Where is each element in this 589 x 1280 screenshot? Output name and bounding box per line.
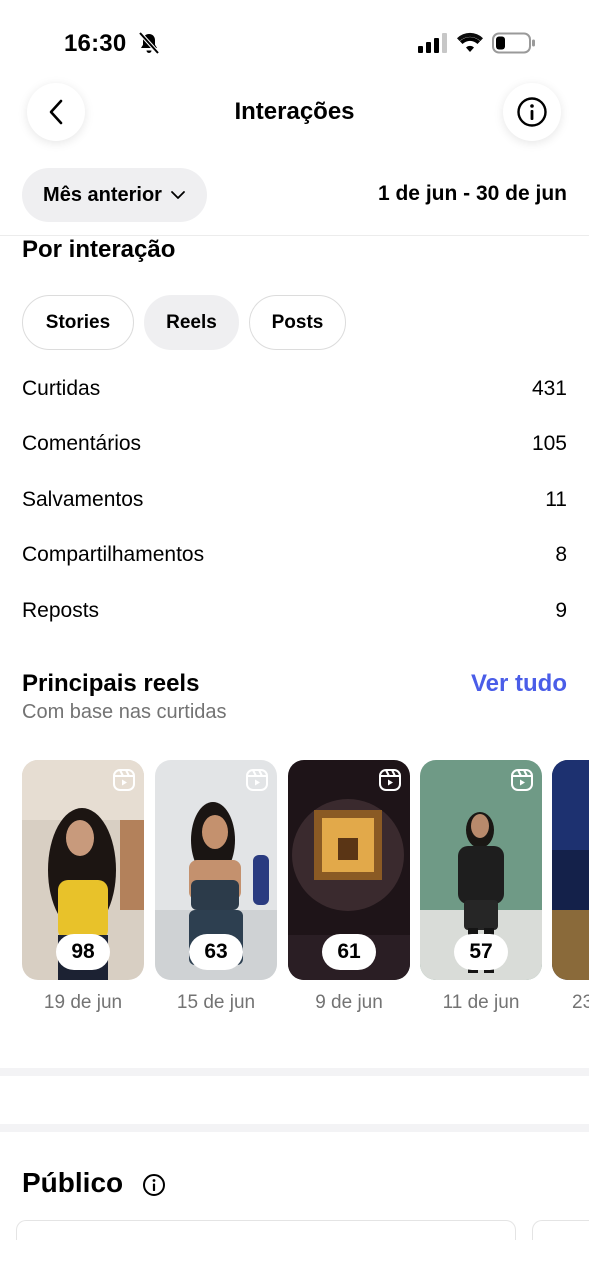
metric-row-comments: Comentários 105 xyxy=(22,432,567,462)
reel-thumbnail[interactable]: 63 xyxy=(155,760,277,980)
page-title: Interações xyxy=(234,98,355,125)
period-dropdown[interactable]: Mês anterior xyxy=(22,168,207,222)
see-all-link[interactable]: Ver tudo xyxy=(471,670,567,698)
date-range: 1 de jun - 30 de jun xyxy=(377,182,567,205)
header: Interações xyxy=(0,80,589,150)
status-bar: 16:30 xyxy=(0,0,589,80)
reel-thumbnail[interactable]: 61 xyxy=(288,760,410,980)
top-reels-header: Principais reels Com base nas curtidas V… xyxy=(22,670,567,730)
metric-row-shares: Compartilhamentos 8 xyxy=(22,543,567,573)
reel-date: 15 de jun xyxy=(176,992,256,1013)
reel-date: 9 de jun xyxy=(315,992,383,1013)
reels-icon xyxy=(379,769,401,791)
reel-thumbnail[interactable]: 57 xyxy=(420,760,542,980)
audience-title: Público xyxy=(22,1167,124,1198)
reel-thumbnail[interactable]: 98 xyxy=(22,760,144,980)
metric-label: Compartilhamentos xyxy=(22,543,205,566)
reel-date: 23 xyxy=(572,992,589,1013)
reel-thumbnail[interactable] xyxy=(552,760,589,980)
content-type-tabs: Stories Reels Posts xyxy=(22,295,346,350)
metric-label: Reposts xyxy=(22,599,100,622)
reels-icon xyxy=(511,769,533,791)
status-time: 16:30 xyxy=(64,30,127,57)
reels-icon xyxy=(113,769,135,791)
metric-row-saves: Salvamentos 11 xyxy=(22,488,567,518)
metric-label: Curtidas xyxy=(22,377,101,400)
top-reels-title: Principais reels xyxy=(22,670,200,697)
top-reels-subtitle: Com base nas curtidas xyxy=(22,701,227,723)
wifi-icon xyxy=(457,32,483,52)
audience-card xyxy=(16,1220,516,1240)
chevron-down-icon xyxy=(171,191,185,199)
section-title-interaction: Por interação xyxy=(22,236,176,263)
info-icon[interactable] xyxy=(142,1173,166,1197)
metric-value: 11 xyxy=(545,488,567,511)
period-row: Mês anterior 1 de jun - 30 de jun xyxy=(0,168,589,222)
section-separator xyxy=(0,1068,589,1076)
battery-icon xyxy=(492,32,535,54)
reel-like-count: 98 xyxy=(56,934,110,970)
reel-date: 11 de jun xyxy=(442,992,520,1013)
metric-row-reposts: Reposts 9 xyxy=(22,599,567,629)
reels-icon xyxy=(246,769,268,791)
tab-stories[interactable]: Stories xyxy=(22,295,134,350)
audience-card xyxy=(532,1220,589,1240)
tab-reels[interactable]: Reels xyxy=(144,295,239,350)
cellular-signal-icon xyxy=(418,33,447,53)
reel-like-count: 57 xyxy=(454,934,508,970)
metric-value: 9 xyxy=(555,599,567,622)
info-button[interactable] xyxy=(503,83,561,141)
metric-value: 105 xyxy=(531,432,567,455)
section-separator xyxy=(0,1124,589,1132)
reel-like-count: 61 xyxy=(322,934,376,970)
reel-image xyxy=(552,760,589,980)
metric-label: Comentários xyxy=(22,432,142,455)
tab-posts[interactable]: Posts xyxy=(249,295,346,350)
info-icon xyxy=(517,97,547,127)
metric-row-likes: Curtidas 431 xyxy=(22,377,567,407)
metric-value: 431 xyxy=(531,377,567,400)
reel-date: 19 de jun xyxy=(43,992,123,1013)
period-dropdown-label: Mês anterior xyxy=(43,183,162,206)
reel-like-count: 63 xyxy=(189,934,243,970)
bell-muted-icon xyxy=(138,31,160,55)
metric-label: Salvamentos xyxy=(22,488,144,511)
metric-value: 8 xyxy=(555,543,567,566)
